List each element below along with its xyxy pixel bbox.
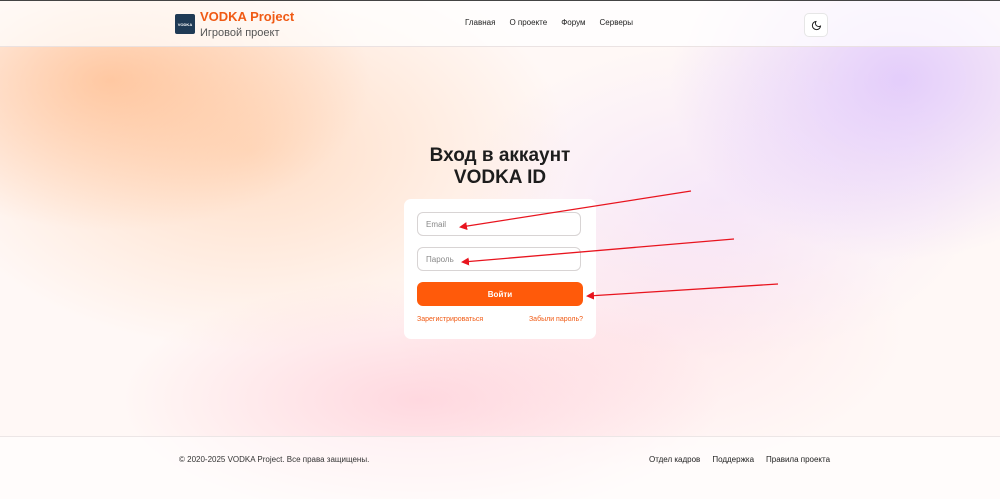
nav-home[interactable]: Главная [465, 18, 495, 27]
footer-links: Отдел кадров Поддержка Правила проекта [649, 455, 830, 464]
brand-subtitle: Игровой проект [200, 27, 280, 39]
footer-link-support[interactable]: Поддержка [712, 455, 754, 464]
brand-title[interactable]: VODKA Project [200, 9, 294, 24]
moon-icon [811, 20, 821, 30]
logo-text: VODKA [177, 21, 193, 27]
password-input[interactable] [417, 247, 581, 271]
theme-toggle-button[interactable] [804, 13, 828, 37]
login-button[interactable]: Войти [417, 282, 583, 306]
login-title-line-2: VODKA ID [453, 167, 547, 188]
site-header: VODKA VODKA Project Игровой проект Главн… [0, 1, 1000, 47]
forgot-password-link[interactable]: Забыли пароль? [529, 316, 583, 323]
footer-link-rules[interactable]: Правила проекта [766, 455, 830, 464]
login-card: Войти Зарегистрироваться Забыли пароль? [404, 199, 596, 339]
footer-link-hr[interactable]: Отдел кадров [649, 455, 700, 464]
email-input[interactable] [417, 212, 581, 236]
main-nav: Главная О проекте Форум Серверы [465, 18, 633, 27]
login-title-line-1: Вход в аккаунт [429, 145, 571, 166]
logo-image[interactable]: VODKA [175, 14, 195, 34]
copyright-text: © 2020-2025 VODKA Project. Все права защ… [179, 455, 370, 464]
nav-forum[interactable]: Форум [561, 18, 585, 27]
nav-about[interactable]: О проекте [509, 18, 547, 27]
window-top-border [0, 0, 1000, 1]
login-title: Вход в аккаунт VODKA ID [400, 145, 600, 189]
site-footer: © 2020-2025 VODKA Project. Все права защ… [0, 436, 1000, 500]
nav-servers[interactable]: Серверы [600, 18, 633, 27]
register-link[interactable]: Зарегистрироваться [417, 316, 483, 323]
